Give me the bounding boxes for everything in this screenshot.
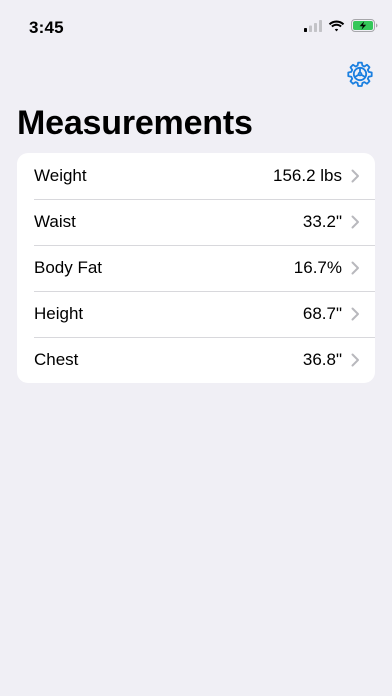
list-item-weight[interactable]: Weight 156.2 lbs (17, 153, 375, 199)
settings-button[interactable] (347, 61, 373, 92)
list-item-height[interactable]: Height 68.7" (17, 291, 375, 337)
row-value: 36.8" (302, 350, 342, 369)
row-label: Weight (34, 166, 87, 185)
cellular-signal-icon (304, 19, 322, 32)
chevron-right-icon (351, 353, 360, 367)
measurements-list: Weight 156.2 lbs Waist 33.2" Body Fat 16… (17, 153, 375, 383)
battery-charging-icon (351, 19, 378, 32)
row-value: 156.2 lbs (273, 166, 342, 185)
chevron-right-icon (351, 215, 360, 229)
chevron-right-icon (351, 307, 360, 321)
chevron-right-icon (351, 261, 360, 275)
status-time: 3:45 (29, 18, 64, 37)
status-bar: 3:45 (0, 0, 392, 54)
row-value: 68.7" (302, 304, 342, 323)
list-item-waist[interactable]: Waist 33.2" (17, 199, 375, 245)
row-label: Body Fat (34, 258, 103, 277)
row-label: Chest (34, 350, 79, 369)
row-label: Waist (34, 212, 76, 231)
chevron-right-icon (351, 169, 360, 183)
list-item-chest[interactable]: Chest 36.8" (17, 337, 375, 383)
status-icons (304, 19, 378, 32)
wifi-icon (328, 20, 345, 32)
screen: 3:45 Measurements Weight 156.2 lbs Waist… (0, 0, 392, 696)
gear-icon (347, 61, 373, 92)
page-title: Measurements (17, 104, 253, 142)
row-value: 16.7% (293, 258, 342, 277)
row-value: 33.2" (302, 212, 342, 231)
list-item-body-fat[interactable]: Body Fat 16.7% (17, 245, 375, 291)
row-label: Height (34, 304, 84, 323)
